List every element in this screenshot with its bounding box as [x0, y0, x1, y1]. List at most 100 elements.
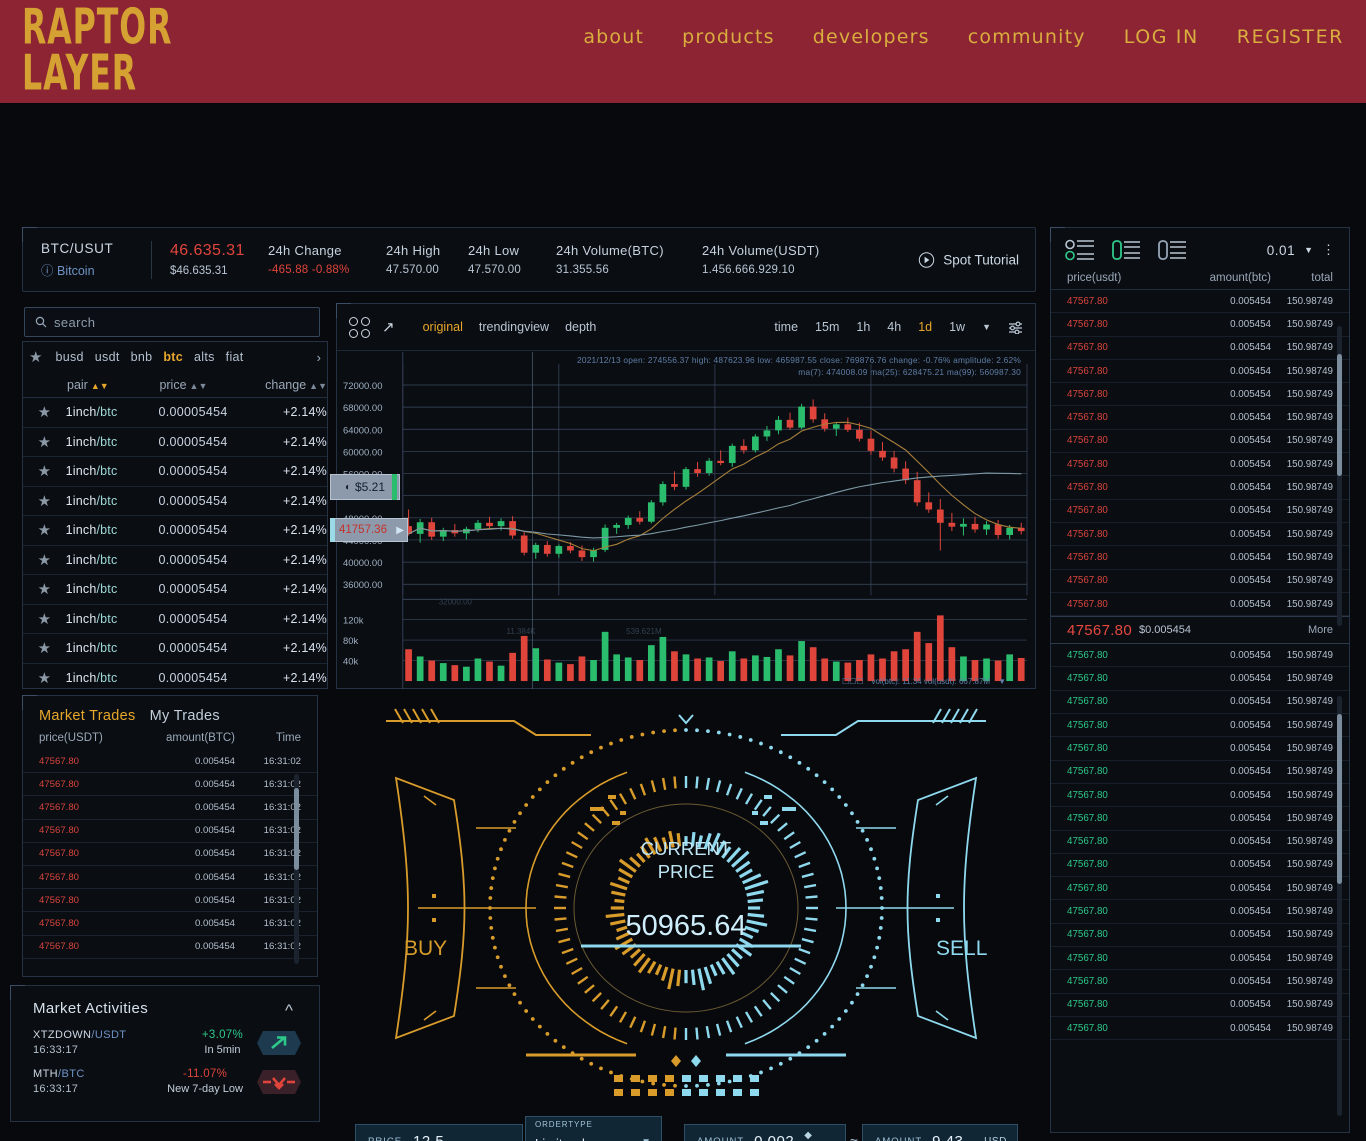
buy-label[interactable]: BUY	[404, 937, 447, 960]
tab-market-trades[interactable]: Market Trades	[39, 708, 136, 724]
nav-log-in[interactable]: LOG IN	[1124, 26, 1199, 48]
market-list-row[interactable]: ★ 1inch/btc 0.00005454 +2.14%	[23, 457, 327, 487]
interval-15m[interactable]: 15m	[815, 320, 839, 334]
market-list-row[interactable]: ★ 1inch/btc 0.00005454 +2.14%	[23, 634, 327, 664]
order-book-row[interactable]: 47567.80 0.005454 150.98749	[1051, 970, 1349, 994]
row-star-icon[interactable]: ★	[23, 462, 66, 480]
logo[interactable]: RAPTOR LAYER	[22, 3, 171, 98]
row-star-icon[interactable]: ★	[23, 639, 66, 657]
activity-item-1[interactable]: XTZDOWN/USDT 16:33:17 +3.07% In 5min	[11, 1029, 319, 1056]
volume-chevron-down-icon[interactable]: ▼	[998, 677, 1006, 686]
amount-usd-input[interactable]: AMOUNT 9.43 USD	[862, 1124, 1018, 1141]
market-tab-alts[interactable]: alts	[194, 350, 215, 364]
order-book-row[interactable]: 47567.80 0.005454 150.98749	[1051, 644, 1349, 668]
order-book-row[interactable]: 47567.80 0.005454 150.98749	[1051, 453, 1349, 477]
trade-row[interactable]: 47567.80 0.005454 16:31:02	[23, 750, 317, 774]
chart-mode-original[interactable]: original	[423, 320, 463, 334]
decimal-precision-value[interactable]: 0.01	[1267, 243, 1295, 258]
orderbook-asks-scrollbar[interactable]	[1337, 326, 1342, 626]
search-box[interactable]: search	[24, 307, 320, 337]
amount-btc-input[interactable]: AMOUNT 0.002 ◆ BTC	[684, 1124, 846, 1141]
trades-scrollbar[interactable]	[294, 774, 299, 964]
order-book-row[interactable]: 47567.80 0.005454 150.98749	[1051, 667, 1349, 691]
order-book-row[interactable]: 47567.80 0.005454 150.98749	[1051, 290, 1349, 314]
order-book-row[interactable]: 47567.80 0.005454 150.98749	[1051, 476, 1349, 500]
trade-row[interactable]: 47567.80 0.005454 16:31:02	[23, 843, 317, 866]
layout-grid-icon[interactable]	[349, 316, 370, 338]
row-star-icon[interactable]: ★	[23, 610, 66, 628]
trade-row[interactable]: 47567.80 0.005454 16:31:02	[23, 936, 317, 959]
ticker-pair[interactable]: BTC/USUT ⓘ Bitcoin	[23, 241, 151, 279]
favorites-star-icon[interactable]: ★	[29, 348, 42, 366]
order-book-row[interactable]: 47567.80 0.005454 150.98749	[1051, 593, 1349, 617]
order-book-row[interactable]: 47567.80 0.005454 150.98749	[1051, 761, 1349, 784]
market-tab-bnb[interactable]: bnb	[131, 350, 153, 364]
orderbook-view-asks-icon[interactable]	[1157, 239, 1187, 261]
order-book-row[interactable]: 47567.80 0.005454 150.98749	[1051, 1017, 1349, 1041]
order-book-row[interactable]: 47567.80 0.005454 150.98749	[1051, 570, 1349, 593]
market-list-row[interactable]: ★ 1inch/btc 0.00005454 +2.14%	[23, 664, 327, 689]
nav-about[interactable]: about	[583, 26, 644, 48]
order-book-row[interactable]: 47567.80 0.005454 150.98749	[1051, 831, 1349, 854]
col-change[interactable]: change ▲▼	[260, 378, 327, 392]
row-star-icon[interactable]: ★	[23, 492, 66, 510]
orderbook-bids-scrollbar[interactable]	[1337, 696, 1342, 1116]
market-tab-fiat[interactable]: fiat	[226, 350, 244, 364]
trade-row[interactable]: 47567.80 0.005454 16:31:02	[23, 773, 317, 797]
nav-community[interactable]: community	[968, 26, 1086, 48]
order-book-row[interactable]: 47567.80 0.005454 150.98749	[1051, 877, 1349, 901]
chart-mode-depth[interactable]: depth	[565, 320, 596, 334]
market-list-row[interactable]: ★ 1inch/btc 0.00005454 +2.14%	[23, 605, 327, 634]
collapse-chevron-icon[interactable]: ^	[285, 1001, 293, 1021]
candlestick-chart[interactable]: 72000.0068000.0064000.0060000.0056000.00…	[337, 352, 1035, 690]
interval-1h[interactable]: 1h	[856, 320, 870, 334]
row-star-icon[interactable]: ★	[23, 551, 66, 569]
expand-icon[interactable]: ↗	[382, 318, 395, 336]
interval-4h[interactable]: 4h	[887, 320, 901, 334]
activity-item-2[interactable]: MTH/BTC 16:33:17 -11.07% New 7-day Low	[11, 1068, 319, 1095]
order-book-row[interactable]: 47567.80 0.005454 150.98749	[1051, 994, 1349, 1017]
trade-row[interactable]: 47567.80 0.005454 16:31:02	[23, 912, 317, 936]
market-list-row[interactable]: ★ 1inch/btc 0.00005454 +2.14%	[23, 546, 327, 575]
market-list-row[interactable]: ★ 1inch/btc 0.00005454 +2.14%	[23, 487, 327, 516]
orderbook-view-both-icon[interactable]	[1065, 239, 1095, 261]
spread-more-button[interactable]: More	[1308, 624, 1333, 636]
col-price[interactable]: price ▲▼	[159, 378, 259, 392]
nav-developers[interactable]: developers	[813, 26, 930, 48]
order-book-row[interactable]: 47567.80 0.005454 150.98749	[1051, 337, 1349, 360]
order-book-row[interactable]: 47567.80 0.005454 150.98749	[1051, 947, 1349, 971]
chart-settings-icon[interactable]	[1008, 320, 1023, 334]
interval-time[interactable]: time	[774, 320, 798, 334]
order-book-row[interactable]: 47567.80 0.005454 150.98749	[1051, 784, 1349, 808]
trade-row[interactable]: 47567.80 0.005454 16:31:02	[23, 820, 317, 843]
chevron-down-icon[interactable]: ▼	[1304, 245, 1313, 255]
ordertype-select[interactable]: ORDERTYPE Limit order ▼	[525, 1116, 662, 1141]
order-book-row[interactable]: 47567.80 0.005454 150.98749	[1051, 854, 1349, 878]
order-book-row[interactable]: 47567.80 0.005454 150.98749	[1051, 383, 1349, 407]
order-book-row[interactable]: 47567.80 0.005454 150.98749	[1051, 737, 1349, 761]
sell-label[interactable]: SELL	[936, 937, 987, 960]
orderbook-view-bids-icon[interactable]	[1111, 239, 1141, 261]
nav-register[interactable]: REGISTER	[1237, 26, 1344, 48]
order-book-row[interactable]: 47567.80 0.005454 150.98749	[1051, 523, 1349, 547]
market-tab-busd[interactable]: busd	[55, 350, 83, 364]
chevron-down-icon[interactable]: ▼	[641, 1137, 651, 1141]
row-star-icon[interactable]: ★	[23, 669, 66, 687]
swap-icon[interactable]: ≈	[850, 1133, 858, 1141]
row-star-icon[interactable]: ★	[23, 433, 66, 451]
row-star-icon[interactable]: ★	[23, 580, 66, 598]
chevron-right-icon[interactable]: ›	[317, 350, 321, 365]
trade-row[interactable]: 47567.80 0.005454 16:31:02	[23, 796, 317, 820]
order-book-row[interactable]: 47567.80 0.005454 150.98749	[1051, 807, 1349, 831]
order-book-row[interactable]: 47567.80 0.005454 150.98749	[1051, 546, 1349, 570]
col-pair[interactable]: pair ▲▼	[67, 378, 159, 392]
market-list-row[interactable]: ★ 1inch/btc 0.00005454 +2.14%	[23, 516, 327, 546]
market-list-row[interactable]: ★ 1inch/btc 0.00005454 +2.14%	[23, 398, 327, 428]
row-star-icon[interactable]: ★	[23, 521, 66, 539]
trade-row[interactable]: 47567.80 0.005454 16:31:02	[23, 866, 317, 890]
market-list-row[interactable]: ★ 1inch/btc 0.00005454 +2.14%	[23, 428, 327, 457]
order-book-row[interactable]: 47567.80 0.005454 150.98749	[1051, 360, 1349, 384]
chart-mode-trendingview[interactable]: trendingview	[479, 320, 549, 334]
market-tab-btc[interactable]: btc	[163, 350, 183, 364]
more-options-icon[interactable]: ⋮	[1322, 242, 1335, 258]
